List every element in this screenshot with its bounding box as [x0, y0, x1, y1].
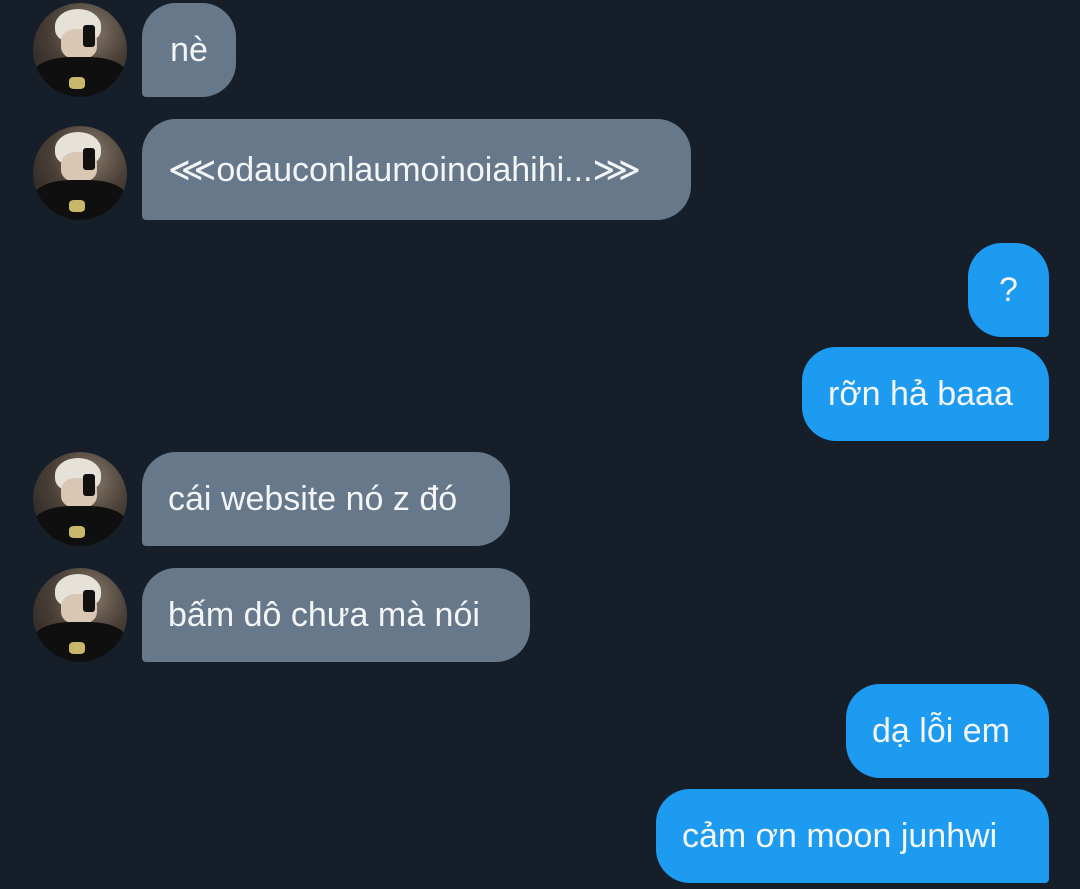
avatar-phone [83, 25, 95, 47]
message-text: cảm ơn moon junhwi [682, 816, 998, 855]
avatar-shirt-print [69, 526, 85, 538]
avatar-shirt-print [69, 200, 85, 212]
message-text: ⋘odauconlaumoinoiahihi...⋙ [168, 150, 641, 189]
message-text: bấm dô chưa mà nói [168, 595, 480, 634]
message-bubble-outgoing[interactable]: cảm ơn moon junhwi [656, 789, 1049, 883]
contact-avatar[interactable] [33, 3, 127, 97]
avatar-shirt-print [69, 77, 85, 89]
avatar-phone [83, 474, 95, 496]
message-bubble-incoming[interactable]: cái website nó z đó [142, 452, 510, 546]
avatar-shirt-print [69, 642, 85, 654]
message-bubble-incoming[interactable]: nè [142, 3, 236, 97]
message-bubble-incoming[interactable]: bấm dô chưa mà nói [142, 568, 530, 662]
contact-avatar[interactable] [33, 452, 127, 546]
message-text: rỡn hả baaa [828, 374, 1013, 413]
message-bubble-incoming[interactable]: ⋘odauconlaumoinoiahihi...⋙ [142, 119, 691, 220]
message-text: dạ lỗi em [872, 711, 1010, 750]
message-text: nè [170, 30, 208, 69]
contact-avatar[interactable] [33, 126, 127, 220]
message-bubble-outgoing[interactable]: rỡn hả baaa [802, 347, 1049, 441]
avatar-phone [83, 148, 95, 170]
contact-avatar[interactable] [33, 568, 127, 662]
message-text: ? [999, 270, 1018, 309]
avatar-phone [83, 590, 95, 612]
message-bubble-outgoing[interactable]: dạ lỗi em [846, 684, 1049, 778]
message-bubble-outgoing[interactable]: ? [968, 243, 1049, 337]
message-text: cái website nó z đó [168, 479, 458, 518]
